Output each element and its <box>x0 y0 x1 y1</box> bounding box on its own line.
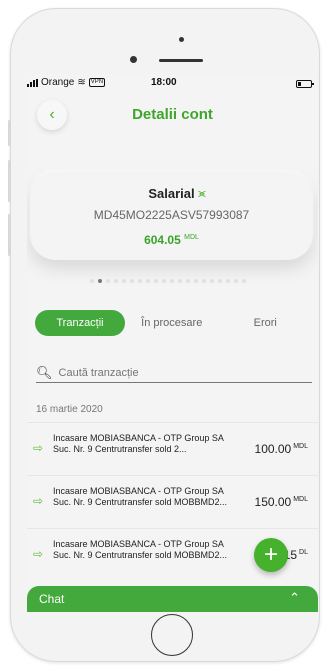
transfer-in-icon: ⇨ <box>33 494 44 508</box>
volume-up-button <box>8 160 11 202</box>
chat-bar[interactable]: Chat ⌃ <box>27 586 318 612</box>
search-bar: 🔍︎ <box>36 364 312 383</box>
account-name: Salarial <box>148 186 195 201</box>
page-dot[interactable] <box>154 279 158 283</box>
transaction-description: Incasare MOBIASBANCA - OTP Group SA Suc.… <box>53 539 233 561</box>
status-time: 18:00 <box>151 77 177 88</box>
page-dot[interactable] <box>202 279 206 283</box>
account-card[interactable]: Salarial ⪤ MD45MO2225ASV57993087 604.05 … <box>30 172 313 260</box>
plus-icon: + <box>263 541 278 568</box>
volume-down-button <box>8 214 11 256</box>
date-header: 16 martie 2020 <box>36 404 103 415</box>
tab-processing[interactable]: În procesare <box>125 310 219 336</box>
transfer-in-icon: ⇨ <box>33 547 44 561</box>
add-button[interactable]: + <box>254 538 288 572</box>
transaction-description: Incasare MOBIASBANCA - OTP Group SA Suc.… <box>53 486 233 508</box>
page-dot[interactable] <box>226 279 230 283</box>
amount-value: 150.00 <box>254 495 292 509</box>
amount-value: 100.00 <box>254 442 292 456</box>
earpiece-speaker <box>159 59 203 62</box>
transaction-tabs: Tranzacții În procesare Erori <box>35 310 312 336</box>
search-icon: 🔍︎ <box>36 365 53 380</box>
transaction-line-1: Incasare MOBIASBANCA - OTP Group SA <box>53 486 224 496</box>
page-dot[interactable] <box>218 279 222 283</box>
page-dot[interactable] <box>90 279 94 283</box>
page-dot[interactable] <box>106 279 110 283</box>
transaction-amount: 100.00 MDL <box>255 442 308 456</box>
transaction-amount: 150.00 MDL <box>255 495 308 509</box>
proximity-sensor <box>179 37 184 42</box>
account-balance: 604.05 MDL <box>30 233 313 247</box>
app-screen: Orange ≋ VPN 18:00 ‹ Detalii cont Salari… <box>27 74 318 612</box>
signal-icon <box>27 78 38 87</box>
search-input[interactable] <box>58 367 299 379</box>
vpn-badge: VPN <box>88 78 106 87</box>
tab-errors[interactable]: Erori <box>219 310 313 336</box>
share-icon[interactable]: ⪤ <box>198 186 206 201</box>
amount-currency: DL <box>299 549 308 556</box>
transaction-line-2: Suc. Nr. 9 Centrutransfer sold MOBBMD2..… <box>53 550 228 560</box>
side-button <box>8 120 11 146</box>
transfer-in-icon: ⇨ <box>33 441 44 455</box>
transaction-line-1: Incasare MOBIASBANCA - OTP Group SA <box>53 539 224 549</box>
transaction-line-2: Suc. Nr. 9 Centrutransfer sold MOBBMD2..… <box>53 497 228 507</box>
home-button[interactable] <box>151 614 193 656</box>
page-dot[interactable] <box>146 279 150 283</box>
page-dot[interactable] <box>242 279 246 283</box>
transaction-description: Incasare MOBIASBANCA - OTP Group SA Suc.… <box>53 433 233 455</box>
chevron-up-icon[interactable]: ⌃ <box>289 590 300 606</box>
page-dot[interactable] <box>122 279 126 283</box>
page-dot[interactable] <box>170 279 174 283</box>
carrier-label: Orange <box>41 77 75 88</box>
battery-icon <box>296 80 314 88</box>
page-dot[interactable] <box>234 279 238 283</box>
page-dot[interactable] <box>138 279 142 283</box>
amount-currency: MDL <box>293 443 308 450</box>
transaction-row[interactable]: ⇨ Incasare MOBIASBANCA - OTP Group SA Su… <box>27 475 318 528</box>
page-dot[interactable] <box>186 279 190 283</box>
page-dot[interactable] <box>130 279 134 283</box>
page-dot[interactable] <box>194 279 198 283</box>
tab-transactions[interactable]: Tranzacții <box>35 310 125 336</box>
balance-currency: MDL <box>184 234 199 241</box>
status-bar: Orange ≋ VPN 18:00 <box>27 74 318 94</box>
chat-label: Chat <box>39 592 65 606</box>
amount-currency: MDL <box>293 496 308 503</box>
page-dot[interactable] <box>210 279 214 283</box>
wifi-icon: ≋ <box>77 77 86 88</box>
page-dot[interactable] <box>114 279 118 283</box>
front-camera <box>130 56 137 63</box>
page-title: Detalii cont <box>132 106 213 123</box>
account-iban: MD45MO2225ASV57993087 <box>93 208 250 222</box>
transaction-line-1: Incasare MOBIASBANCA - OTP Group SA <box>53 433 224 443</box>
transaction-row[interactable]: ⇨ Incasare MOBIASBANCA - OTP Group SA Su… <box>27 422 318 475</box>
page-dot-active[interactable] <box>98 279 102 283</box>
carousel-pagination <box>90 279 246 283</box>
balance-amount: 604.05 <box>144 233 181 247</box>
page-dot[interactable] <box>162 279 166 283</box>
page-dot[interactable] <box>178 279 182 283</box>
transaction-line-2: Suc. Nr. 9 Centrutransfer sold 2... <box>53 444 187 454</box>
